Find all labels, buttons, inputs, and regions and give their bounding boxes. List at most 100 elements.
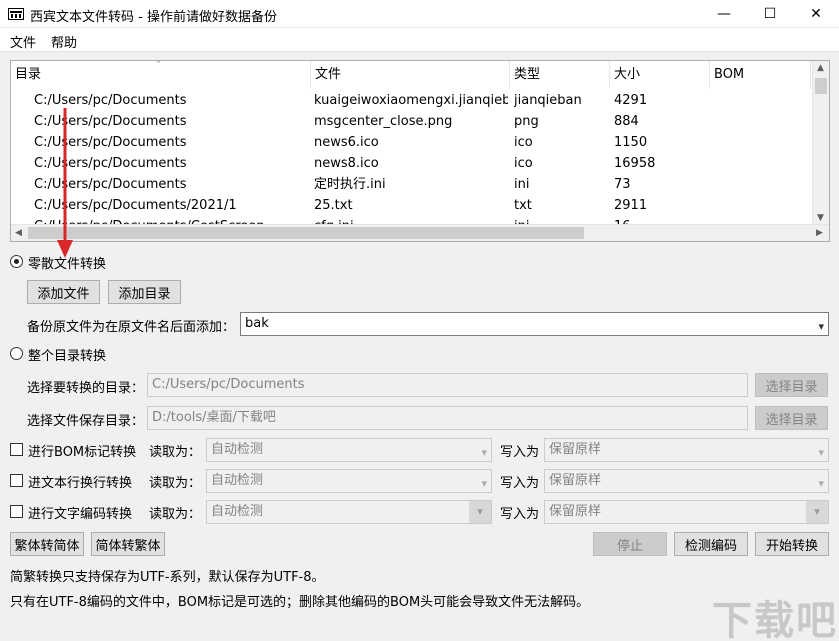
bom-read-value: 自动检测 [211, 442, 264, 457]
menu-help[interactable]: 帮助 [51, 32, 77, 51]
scroll-up-icon[interactable]: ▲ [817, 63, 824, 73]
start-convert-button[interactable]: 开始转换 [755, 532, 829, 556]
choose-save-dir-button[interactable]: 选择目录 [755, 406, 828, 430]
cell-dir: C:/Users/pc/Documents [34, 156, 187, 171]
backup-suffix-label: 备份原文件为在原文件名后面添加： [27, 320, 236, 335]
watermark-logo: 下载吧 [712, 598, 838, 641]
cell-file: news8.ico [314, 156, 379, 171]
chevron-down-icon[interactable]: ▾ [818, 473, 824, 495]
file-list[interactable]: 目录 ˄ 文件 类型 大小 BOM C:/Users/pc/Documents k… [10, 60, 830, 242]
vertical-scroll-thumb[interactable] [815, 78, 827, 94]
table-row[interactable]: C:/Users/pc/Documents news8.ico ico 1695… [11, 153, 811, 174]
scatter-mode-radio[interactable] [10, 255, 23, 268]
cell-type: txt [514, 198, 532, 213]
vertical-scrollbar[interactable]: ▲ ▼ [812, 61, 829, 225]
newline-read-value: 自动检测 [211, 473, 264, 488]
note-line-1: 简繁转换只支持保存为UTF-系列，默认保存为UTF-8。 [10, 570, 325, 585]
scroll-left-icon[interactable]: ◀ [15, 228, 22, 238]
column-header-file[interactable]: 文件 [311, 61, 510, 89]
menu-bar: 文件 帮助 [0, 28, 839, 52]
backup-suffix-value: bak [245, 316, 269, 331]
newline-write-label: 写入为 [500, 476, 540, 491]
note-line-2: 只有在UTF-8编码的文件中，BOM标记是可选的；删除其他编码的BOM头可能会导… [10, 595, 590, 610]
dir-mode-label[interactable]: 整个目录转换 [28, 345, 106, 364]
cell-file: 定时执行.ini [314, 177, 386, 192]
arrow-annotation-icon [57, 108, 73, 258]
maximize-button[interactable]: ☐ [747, 0, 793, 28]
title-bar: 西宾文本文件转码 - 操作前请做好数据备份 — ☐ ✕ [0, 0, 839, 28]
add-file-button[interactable]: 添加文件 [27, 280, 100, 304]
newline-write-value: 保留原样 [549, 473, 602, 488]
cell-dir: C:/Users/pc/Documents [34, 177, 187, 192]
horizontal-scrollbar[interactable]: ◀ ▶ [11, 224, 829, 241]
source-dir-input[interactable]: C:/Users/pc/Documents [147, 373, 748, 397]
chevron-down-icon[interactable]: ▾ [481, 442, 487, 464]
newline-read-select[interactable]: 自动检测 ▾ [206, 469, 492, 493]
chevron-down-icon[interactable]: ▾ [818, 316, 824, 338]
cell-dir: C:/Users/pc/Documents [34, 135, 187, 150]
column-header-bom[interactable]: BOM [710, 61, 811, 89]
table-row[interactable]: C:/Users/pc/Documents news6.ico ico 1150 [11, 132, 811, 153]
bom-read-select[interactable]: 自动检测 ▾ [206, 438, 492, 462]
column-header-dir[interactable]: 目录 ˄ [11, 61, 311, 89]
save-dir-input[interactable]: D:/tools/桌面/下载吧 [147, 406, 748, 430]
minimize-button[interactable]: — [701, 0, 747, 28]
horizontal-scroll-thumb[interactable] [28, 227, 584, 239]
bom-write-select[interactable]: 保留原样 ▾ [544, 438, 829, 462]
table-row[interactable]: C:/Users/pc/Documents 定时执行.ini ini 73 [11, 174, 811, 195]
chevron-down-icon[interactable]: ▾ [469, 501, 491, 523]
scroll-down-icon[interactable]: ▼ [817, 213, 824, 223]
encoding-read-label: 读取为： [149, 507, 202, 522]
newline-convert-label[interactable]: 进文本行换行转换 [28, 472, 132, 491]
encoding-convert-label[interactable]: 进行文字编码转换 [28, 503, 132, 522]
bom-write-label: 写入为 [500, 445, 540, 460]
chevron-down-icon[interactable]: ▾ [818, 442, 824, 464]
newline-read-label: 读取为： [149, 476, 202, 491]
cell-size: 73 [614, 177, 631, 192]
encoding-convert-checkbox[interactable] [10, 505, 23, 518]
encoding-write-select[interactable]: 保留原样 ▾ [544, 500, 829, 524]
chevron-down-icon[interactable]: ▾ [806, 501, 828, 523]
cell-type: ini [514, 177, 530, 192]
newline-write-select[interactable]: 保留原样 ▾ [544, 469, 829, 493]
cell-file: kuaigeiwoxiaomengxi.jianqieb... [314, 93, 508, 108]
cell-file: msgcenter_close.png [314, 114, 453, 129]
chevron-down-icon[interactable]: ▾ [481, 473, 487, 495]
cell-size: 884 [614, 114, 639, 129]
cell-file: 25.txt [314, 198, 353, 213]
cell-dir: C:/Users/pc/Documents/2021/1 [34, 198, 237, 213]
dir-mode-radio[interactable] [10, 347, 23, 360]
cell-type: jianqieban [514, 93, 582, 108]
cell-type: ico [514, 156, 533, 171]
detect-encoding-button[interactable]: 检测编码 [674, 532, 748, 556]
bom-convert-label[interactable]: 进行BOM标记转换 [28, 441, 136, 460]
window-title: 西宾文本文件转码 - 操作前请做好数据备份 [30, 10, 277, 25]
newline-convert-checkbox[interactable] [10, 474, 23, 487]
menu-file[interactable]: 文件 [10, 32, 36, 51]
cell-size: 4291 [614, 93, 648, 108]
sort-up-icon: ˄ [156, 60, 161, 71]
table-row[interactable]: C:/Users/pc/Documents/2021/1 25.txt txt … [11, 195, 811, 216]
cell-size: 1150 [614, 135, 648, 150]
column-header-size[interactable]: 大小 [610, 61, 710, 89]
cell-file: news6.ico [314, 135, 379, 150]
encoding-write-value: 保留原样 [549, 504, 602, 519]
simp-to-trad-button[interactable]: 简体转繁体 [91, 532, 165, 556]
source-dir-label: 选择要转换的目录： [27, 381, 145, 396]
encoding-write-label: 写入为 [500, 507, 540, 522]
cell-dir: C:/Users/pc/Documents [34, 93, 187, 108]
trad-to-simp-button[interactable]: 繁体转简体 [10, 532, 84, 556]
choose-source-dir-button[interactable]: 选择目录 [755, 373, 828, 397]
cell-size: 16958 [614, 156, 656, 171]
column-header-type[interactable]: 类型 [510, 61, 610, 89]
table-row[interactable]: C:/Users/pc/Documents msgcenter_close.pn… [11, 111, 811, 132]
table-row[interactable]: C:/Users/pc/Documents kuaigeiwoxiaomengx… [11, 90, 811, 111]
add-dir-button[interactable]: 添加目录 [108, 280, 181, 304]
scatter-mode-label[interactable]: 零散文件转换 [28, 253, 106, 272]
close-button[interactable]: ✕ [793, 0, 839, 28]
scroll-right-icon[interactable]: ▶ [816, 228, 823, 238]
backup-suffix-combo[interactable]: bak ▾ [240, 312, 829, 336]
bom-convert-checkbox[interactable] [10, 443, 23, 456]
stop-button[interactable]: 停止 [593, 532, 667, 556]
encoding-read-select[interactable]: 自动检测 ▾ [206, 500, 492, 524]
